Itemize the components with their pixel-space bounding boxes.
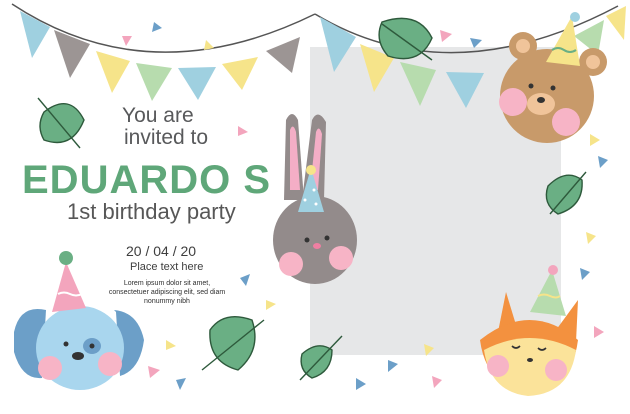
body-text: Lorem ipsum dolor sit amet, consectetuer…	[108, 280, 226, 305]
invite-line-1: You are	[122, 104, 194, 127]
child-name: EDUARDO S	[22, 158, 272, 202]
event-title: 1st birthday party	[67, 199, 236, 224]
puppy-character	[14, 251, 144, 390]
leaf-icon	[201, 316, 265, 371]
event-date: 20 / 04 / 20	[126, 243, 197, 259]
leaf-icon	[378, 17, 433, 61]
invite-line-2: invited to	[124, 126, 209, 149]
event-place: Place text here	[130, 261, 204, 273]
leaf-icon	[37, 97, 85, 149]
